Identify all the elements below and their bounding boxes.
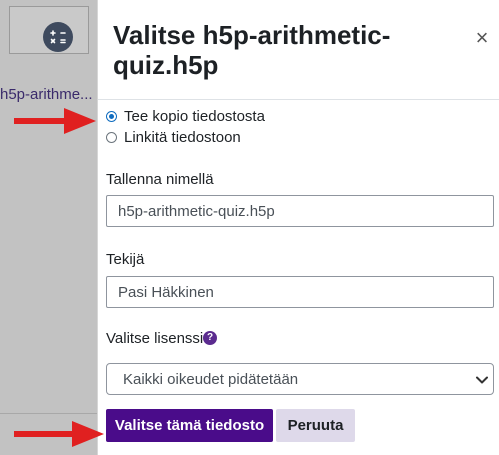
license-label: Valitse lisenssi <box>106 330 204 347</box>
author-label: Tekijä <box>106 251 145 268</box>
help-icon[interactable]: ? <box>203 331 217 345</box>
dialog-title: Valitse h5p-arithmetic-quiz.h5p <box>113 20 391 80</box>
license-select[interactable]: Kaikki oikeudet pidätetään <box>106 363 494 395</box>
divider <box>0 413 98 414</box>
annotation-arrow-icon <box>14 108 96 134</box>
option-link-file[interactable]: Linkitä tiedostoon <box>106 127 241 147</box>
option-copy-file[interactable]: Tee kopio tiedostosta <box>106 106 265 126</box>
annotation-arrow-icon <box>14 421 104 447</box>
select-file-button[interactable]: Valitse tämä tiedosto <box>106 409 273 442</box>
arithmetic-icon <box>43 22 73 52</box>
dialog-header: Valitse h5p-arithmetic-quiz.h5p × <box>98 0 499 100</box>
file-tile[interactable] <box>9 6 89 54</box>
save-as-input[interactable] <box>106 195 494 227</box>
radio-copy-file[interactable] <box>106 110 117 122</box>
license-selected-value: Kaikki oikeudet pidätetään <box>123 371 299 388</box>
chevron-down-icon <box>475 373 489 391</box>
option-copy-file-label: Tee kopio tiedostosta <box>124 107 265 125</box>
file-name-label[interactable]: h5p-arithme... <box>0 86 93 103</box>
cancel-button[interactable]: Peruuta <box>276 409 355 442</box>
file-select-dialog: Valitse h5p-arithmetic-quiz.h5p × Tee ko… <box>97 0 499 455</box>
radio-link-file[interactable] <box>106 131 117 143</box>
close-icon[interactable]: × <box>472 27 492 49</box>
option-link-file-label: Linkitä tiedostoon <box>124 128 241 146</box>
save-as-label: Tallenna nimellä <box>106 171 214 188</box>
author-input[interactable] <box>106 276 494 308</box>
